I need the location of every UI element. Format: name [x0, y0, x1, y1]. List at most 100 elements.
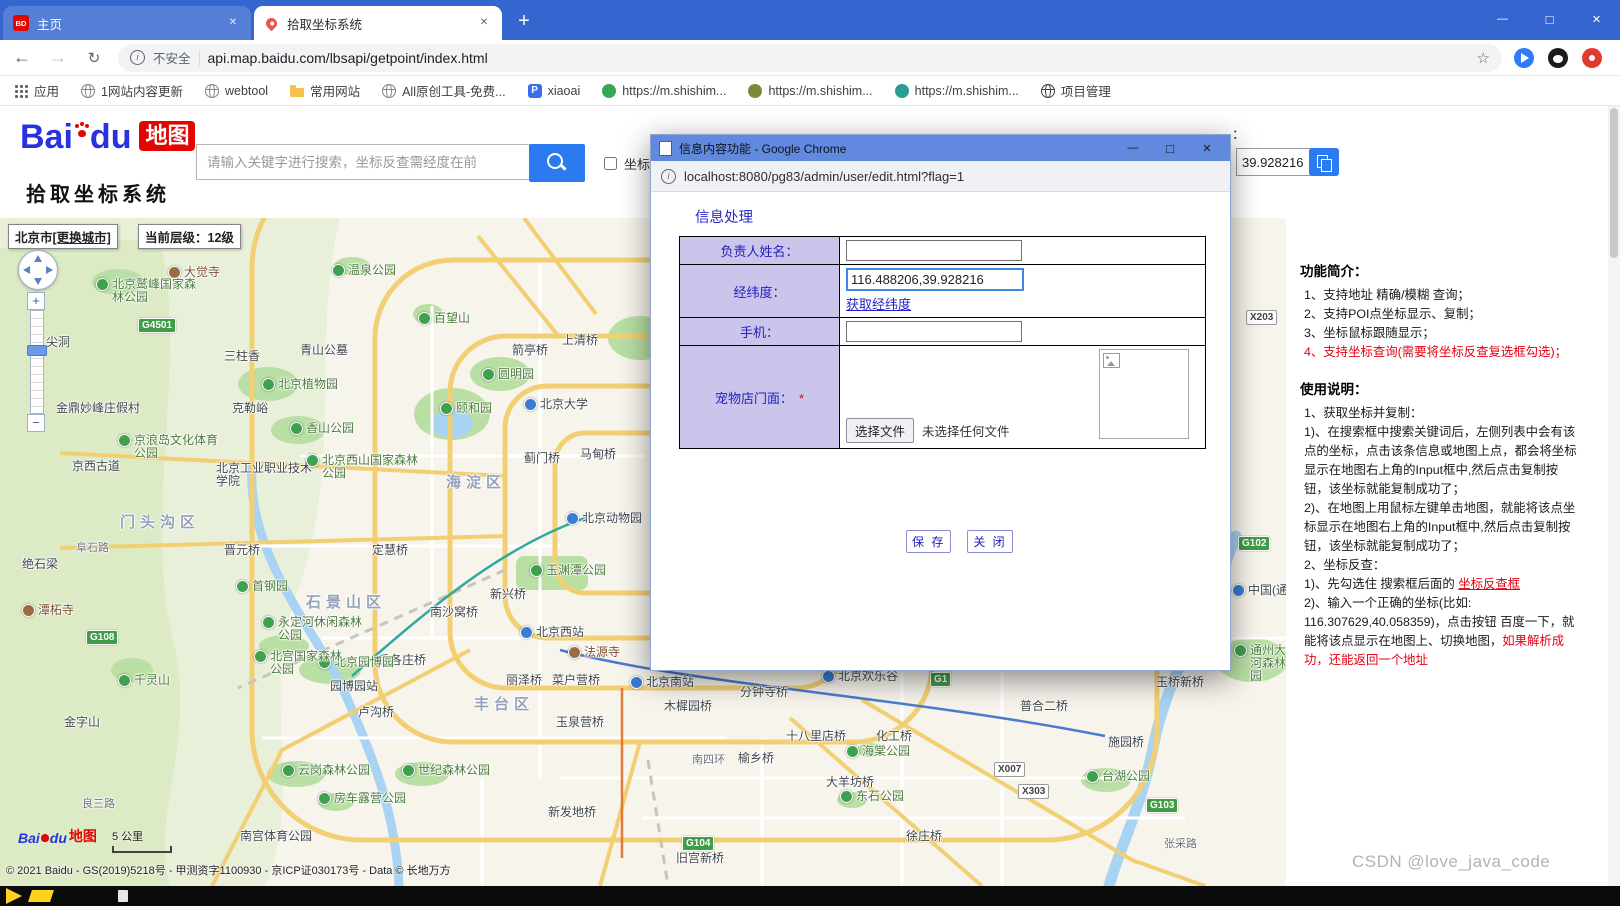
- globe-icon: [81, 83, 96, 98]
- bookmark-star-icon[interactable]: [1477, 49, 1490, 67]
- park-poi-icon: [318, 792, 331, 805]
- phone-input[interactable]: [846, 321, 1022, 342]
- broken-image-icon: [1103, 353, 1120, 368]
- map-label-text: 百望山: [434, 311, 471, 325]
- bookmark-item[interactable]: 项目管理: [1040, 81, 1111, 100]
- bookmark-item[interactable]: webtool: [204, 83, 268, 98]
- map-label: 北京工业职业技术学院: [216, 462, 312, 488]
- table-row: 手机：: [679, 317, 1206, 346]
- map-label: 三柱香: [224, 350, 260, 363]
- city-selector[interactable]: 北京市[更换城市]: [8, 224, 118, 249]
- tab-close-icon[interactable]: [225, 15, 241, 31]
- tab-close-icon[interactable]: [476, 15, 492, 31]
- bookmark-item[interactable]: https://m.shishim...: [602, 83, 726, 98]
- pan-up-icon[interactable]: [34, 255, 42, 262]
- copy-coordinate-button[interactable]: [1309, 148, 1339, 176]
- bookmark-item[interactable]: Pxiaoai: [527, 83, 580, 98]
- temple-poi-icon: [22, 604, 35, 617]
- map-label: 海淀区: [446, 475, 506, 490]
- info-icon[interactable]: [130, 50, 145, 65]
- search-button[interactable]: [529, 144, 585, 182]
- coordinates-input[interactable]: [846, 268, 1024, 291]
- pan-left-icon[interactable]: [23, 266, 30, 274]
- scrollbar-thumb[interactable]: [1610, 108, 1618, 258]
- baidu-favicon-icon: BD: [13, 15, 29, 31]
- park-poi-icon: [118, 674, 131, 687]
- page-scrollbar[interactable]: [1608, 106, 1620, 886]
- zoom-slider-handle[interactable]: [27, 345, 47, 356]
- pan-down-icon[interactable]: [34, 278, 42, 285]
- popup-address-bar[interactable]: localhost:8080/pg83/admin/user/edit.html…: [651, 161, 1230, 192]
- sidebar-text: 4、支持坐标查询(需要将坐标反查复选框勾选)；: [1300, 343, 1578, 362]
- bookmark-item[interactable]: 常用网站: [290, 81, 360, 100]
- logo-text: 地图: [68, 828, 97, 844]
- zoom-in-button[interactable]: [27, 292, 45, 310]
- map-label: 北京大学: [524, 398, 588, 411]
- bookmark-label: All原创工具-免费...: [402, 85, 506, 99]
- search-input[interactable]: [196, 144, 538, 180]
- yellow-logo-bar: [28, 890, 54, 902]
- address-bar[interactable]: 不安全 api.map.baidu.com/lbsapi/getpoint/in…: [118, 43, 1502, 72]
- picked-coordinate-input[interactable]: [1236, 148, 1314, 176]
- coord-reverse-checkbox[interactable]: [604, 157, 617, 170]
- coord-label-fragment: ：: [1232, 127, 1246, 142]
- url-text[interactable]: api.map.baidu.com/lbsapi/getpoint/index.…: [208, 50, 1469, 66]
- map-label-text: 绝石梁: [22, 557, 59, 571]
- get-coordinates-link[interactable]: 获取经纬度: [846, 294, 911, 313]
- save-button[interactable]: 保 存: [906, 530, 952, 553]
- red-circle-extension-icon[interactable]: [1582, 47, 1602, 68]
- map-label-text: 房车露营公园: [334, 791, 407, 805]
- form-buttons: 保 存 关 闭: [906, 530, 1013, 553]
- popup-minimize-icon[interactable]: [1118, 142, 1148, 154]
- bookmark-label: 项目管理: [1060, 85, 1111, 99]
- map-label: 通州大运河森林公园: [1234, 644, 1286, 683]
- zoom-level-box: 当前层级：12级: [138, 224, 241, 249]
- site-favicon-icon: [602, 83, 617, 98]
- popup-title-bar[interactable]: 信息内容功能 - Google Chrome: [651, 135, 1230, 161]
- choose-file-button[interactable]: 选择文件: [846, 418, 915, 443]
- popup-close-icon[interactable]: [1192, 142, 1222, 155]
- map-label-text: 箭亭桥: [512, 343, 549, 357]
- zoom-slider[interactable]: [27, 310, 47, 414]
- globe-icon: [1040, 83, 1055, 98]
- map-label-text: 马甸桥: [580, 447, 617, 461]
- map-label-text: 永定河休闲森林公园: [278, 615, 363, 642]
- sidebar-text-segment: 坐标反查框: [1458, 577, 1521, 591]
- bookmark-item[interactable]: https://m.shishim...: [748, 83, 873, 98]
- map-label: 京浪岛文化体育公园: [118, 434, 224, 460]
- sidebar-text-segment: 1、获取坐标并复制：: [1304, 406, 1423, 420]
- maximize-icon[interactable]: [1526, 0, 1573, 38]
- minimize-icon[interactable]: [1479, 0, 1526, 38]
- poi-poi-icon: [1232, 584, 1245, 597]
- popup-maximize-icon[interactable]: [1155, 141, 1185, 156]
- form-label: 负责人姓名：: [679, 236, 840, 265]
- close-button[interactable]: 关 闭: [967, 530, 1013, 553]
- poi-poi-icon: [566, 512, 579, 525]
- sidebar-text-segment: 1、支持地址 精确/模糊 查询；: [1304, 288, 1470, 302]
- bookmark-item[interactable]: All原创工具-免费...: [382, 81, 506, 100]
- zoom-level-text: 当前层级：12级: [145, 231, 234, 245]
- reload-icon[interactable]: [82, 49, 106, 67]
- bookmark-item[interactable]: 1网站内容更新: [81, 81, 183, 100]
- map-label: 蓟门桥: [524, 452, 560, 465]
- poi-poi-icon: [630, 676, 643, 689]
- tab-getpoint[interactable]: 拾取坐标系统: [254, 6, 502, 40]
- forward-icon[interactable]: [46, 47, 70, 68]
- sidebar-text: 1)、先勾选住 搜索框后面的 坐标反查框: [1300, 575, 1578, 594]
- close-icon[interactable]: [1573, 0, 1620, 38]
- bookmark-item[interactable]: 应用: [14, 81, 59, 100]
- map-pan-control[interactable]: [18, 250, 58, 290]
- pan-right-icon[interactable]: [46, 266, 53, 274]
- new-tab-button[interactable]: [510, 8, 538, 36]
- change-city-link[interactable]: [更换城市]: [53, 231, 111, 245]
- zoom-out-button[interactable]: [27, 414, 45, 432]
- info-icon[interactable]: [661, 168, 676, 184]
- owner-name-input[interactable]: [846, 240, 1022, 261]
- back-icon[interactable]: [10, 47, 34, 68]
- tab-home[interactable]: BD 主页: [3, 6, 251, 40]
- blue-play-extension-icon[interactable]: [1514, 47, 1534, 68]
- logo-text: du: [89, 118, 132, 156]
- panda-extension-icon[interactable]: [1548, 47, 1568, 68]
- bookmark-item[interactable]: https://m.shishim...: [894, 83, 1019, 98]
- map-label-text: 颐和园: [456, 401, 493, 415]
